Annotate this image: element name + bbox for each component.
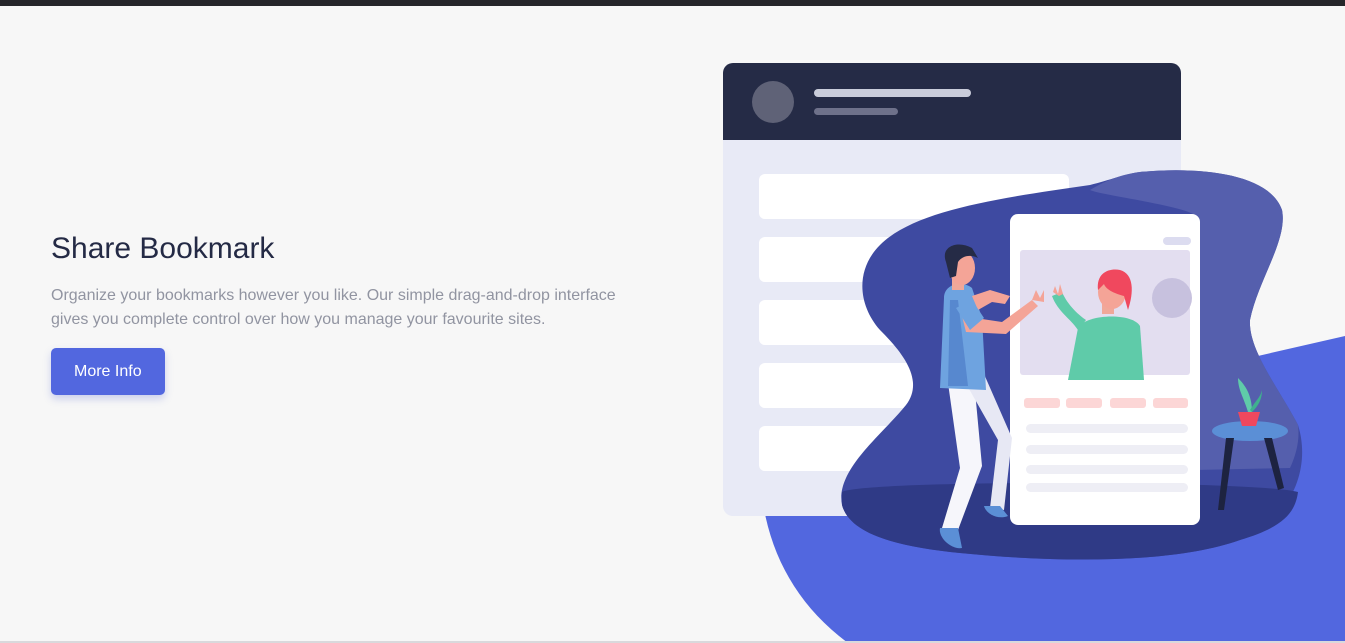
dark-blob	[841, 170, 1303, 560]
window-top-bar	[0, 0, 1345, 6]
feature-description: Organize your bookmarks however you like…	[51, 287, 616, 328]
feature-title: Share Bookmark	[51, 232, 275, 265]
list-item	[759, 426, 1069, 471]
phone-card	[1010, 214, 1200, 525]
list-item	[759, 174, 1069, 219]
background-blob	[760, 336, 1345, 643]
list-item	[759, 237, 1069, 282]
side-table	[1212, 378, 1288, 510]
browser-window	[723, 63, 1181, 516]
avatar	[752, 81, 794, 123]
feature-content: Share Bookmark Organize your bookmarks h…	[51, 232, 651, 395]
list-item	[759, 300, 1069, 345]
list-item	[759, 363, 1069, 408]
more-info-button[interactable]: More Info	[51, 348, 165, 395]
man-figure	[939, 244, 1044, 549]
